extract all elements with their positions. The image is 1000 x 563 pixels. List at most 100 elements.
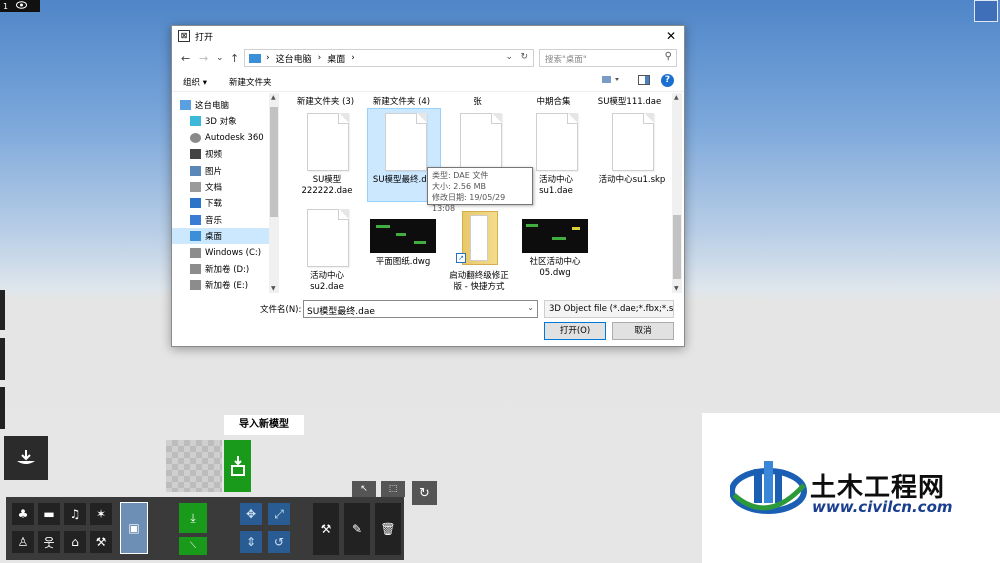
file-name: 活动中心 su2.dae	[309, 271, 344, 292]
file-scroll-thumb[interactable]	[673, 215, 681, 279]
desktop-icon	[190, 231, 201, 241]
tree-scroll-thumb[interactable]	[270, 107, 278, 217]
tree-label: 桌面	[205, 232, 223, 242]
file-label[interactable]: 新建文件夹 (3)	[288, 95, 363, 107]
corner-window-button[interactable]	[974, 0, 998, 22]
file-name: 启动翻终级修正版 - 快捷方式	[449, 271, 509, 292]
file-icon	[612, 113, 654, 171]
refresh-icon[interactable]: ↻	[520, 52, 528, 62]
elevate-icon[interactable]: ⇕	[240, 531, 262, 553]
back-icon[interactable]: ←	[181, 52, 190, 65]
download-icon	[190, 198, 201, 208]
select-arrow-icon[interactable]: ↖	[352, 481, 376, 497]
shortcut-icon: ↗	[456, 253, 466, 263]
preview-pane-icon[interactable]	[638, 75, 650, 85]
rotate-icon[interactable]: ↺	[268, 531, 290, 553]
open-file-dialog: ⊠ 打开 ✕ ← → ⌄ ↑ › 这台电脑 › 桌面 › ⌄ ↻ 搜索"桌面" …	[171, 25, 685, 347]
chevron-down-icon[interactable]: ⌄	[527, 303, 534, 312]
file-name: 社区活动中心 05.dwg	[529, 257, 581, 278]
new-folder-button[interactable]: 新建文件夹	[229, 76, 272, 88]
tree-scrollbar[interactable]: ▲ ▼	[269, 93, 279, 293]
file-item[interactable]: 平面图纸.dwg	[366, 205, 440, 293]
file-type-value: 3D Object file (*.dae;*.fbx;*.s	[549, 304, 674, 314]
file-name: 平面图纸.dwg	[375, 257, 431, 267]
close-icon[interactable]: ✕	[666, 29, 676, 43]
recent-locations-icon[interactable]: ⌄	[216, 53, 224, 63]
organize-menu[interactable]: 组织 ▾	[183, 76, 207, 88]
scroll-down-icon[interactable]: ▼	[271, 285, 276, 292]
file-item[interactable]: SU模型 222222.dae	[290, 109, 364, 203]
tree-label: Autodesk 360	[205, 133, 264, 143]
app-icon: ⊠	[178, 30, 190, 42]
tree-item-this-pc[interactable]: 这台电脑	[180, 97, 276, 113]
scale-icon[interactable]: ⤢	[268, 503, 290, 525]
file-item[interactable]: 社区活动中心 05.dwg	[518, 205, 592, 293]
address-current[interactable]: 桌面	[327, 52, 345, 65]
scroll-up-icon[interactable]: ▲	[674, 94, 679, 101]
file-label[interactable]: 中期合集	[516, 95, 591, 107]
import-button[interactable]	[4, 436, 48, 480]
address-root[interactable]: 这台电脑	[276, 52, 312, 65]
file-list-scrollbar[interactable]: ▲ ▼	[672, 93, 682, 293]
import-icon[interactable]: ⤓	[179, 503, 207, 533]
sparkle-icon[interactable]: ✶	[90, 503, 112, 525]
file-label[interactable]: 张	[440, 95, 515, 107]
trash-icon[interactable]: 🗑	[375, 503, 401, 555]
cut-icon[interactable]: ⟍	[179, 537, 207, 555]
wrench-icon[interactable]: ⚒	[313, 503, 339, 555]
box-select-icon[interactable]: ⬚	[381, 481, 405, 497]
house-icon[interactable]: ⌂	[64, 531, 86, 553]
tree-item-desktop[interactable]: 桌面	[172, 228, 269, 244]
music-icon[interactable]: ♫	[64, 503, 86, 525]
car-icon[interactable]: ▬	[38, 503, 60, 525]
view-badge[interactable]: 1	[0, 0, 40, 12]
navigation-tree: 这台电脑 3D 对象 Autodesk 360 视频 图片 文档 下载 音乐 桌…	[172, 93, 280, 293]
help-icon[interactable]: ?	[661, 74, 674, 87]
address-sep: ›	[351, 53, 355, 63]
search-icon: ⚲	[664, 51, 672, 62]
file-name: 活动中心su1.skp	[598, 175, 666, 185]
up-icon[interactable]: ↑	[230, 52, 239, 65]
tree-label: 文档	[205, 183, 223, 193]
left-panel-tab[interactable]	[0, 387, 5, 429]
address-bar[interactable]: › 这台电脑 › 桌面 › ⌄ ↻	[244, 49, 534, 67]
view-number: 1	[3, 1, 9, 11]
scroll-up-icon[interactable]: ▲	[271, 94, 276, 101]
search-placeholder: 搜索"桌面"	[545, 55, 587, 65]
chair-icon[interactable]: ♙	[12, 531, 34, 553]
model-preview	[166, 440, 222, 492]
view-options-icon[interactable]	[602, 75, 619, 85]
chevron-down-icon[interactable]: ⌄	[505, 52, 513, 62]
file-type-select[interactable]: 3D Object file (*.dae;*.fbx;*.s	[544, 300, 674, 318]
move-icon[interactable]: ✥	[240, 503, 262, 525]
file-label[interactable]: SU模型111.dae	[592, 95, 667, 107]
tooltip-size: 大小: 2.56 MB	[432, 182, 486, 191]
tree-label: 音乐	[205, 216, 223, 226]
search-input[interactable]: 搜索"桌面" ⚲	[539, 49, 677, 67]
civilcn-logo	[729, 455, 808, 517]
model-library-button[interactable]: ▣	[120, 502, 148, 554]
tree-label: 新加卷 (D:)	[205, 265, 250, 275]
computer-icon	[249, 53, 261, 63]
file-icon	[460, 113, 502, 171]
filename-value: SU模型最终.dae	[307, 307, 375, 317]
refresh-icon[interactable]: ↻	[412, 481, 437, 505]
tools-icon[interactable]: ⚒	[90, 531, 112, 553]
pencil-icon[interactable]: ✎	[344, 503, 370, 555]
person-icon[interactable]: 웃	[38, 531, 60, 553]
left-panel-tab[interactable]	[0, 290, 5, 330]
file-label[interactable]: 新建文件夹 (4)	[364, 95, 439, 107]
file-item[interactable]: 活动中心 su2.dae	[290, 205, 364, 293]
open-button[interactable]: 打开(O)	[544, 322, 606, 340]
forward-icon[interactable]: →	[199, 52, 208, 65]
scroll-down-icon[interactable]: ▼	[674, 285, 679, 292]
filename-input[interactable]: SU模型最终.dae ⌄	[303, 300, 538, 318]
import-model-button[interactable]	[224, 440, 251, 492]
video-icon	[190, 149, 201, 159]
dialog-title: 打开	[195, 32, 214, 43]
tree-icon[interactable]: ♣	[12, 503, 34, 525]
file-item[interactable]: 活动中心su1.skp	[595, 109, 669, 203]
cancel-button[interactable]: 取消	[612, 322, 674, 340]
left-panel-tab[interactable]	[0, 338, 5, 380]
file-item[interactable]: ↗ 启动翻终级修正版 - 快捷方式	[442, 205, 516, 293]
